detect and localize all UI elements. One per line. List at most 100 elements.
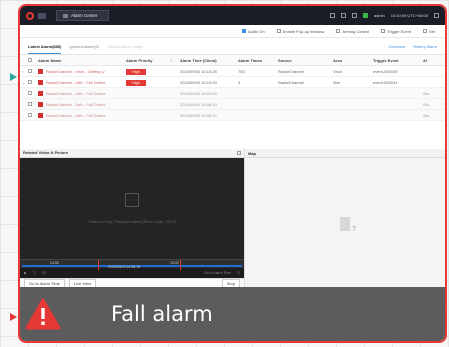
- alarm-table: Alarm Name Alarm Priority ↑ Alarm Time (…: [20, 55, 445, 121]
- overview-link[interactable]: Overview: [389, 44, 406, 49]
- trigger-event-label: Trigger Event: [387, 28, 411, 34]
- clock: 15:10:09 UTC+08:00: [390, 13, 428, 18]
- app-window: Alarm Center admin 15:10:09 UTC+08:00 Au…: [18, 4, 447, 343]
- col-alarm-time[interactable]: Alarm Time (Client): [180, 58, 238, 63]
- expand-icon[interactable]: ⌄: [20, 80, 28, 85]
- video-panel-title: Related Video & Picture: [20, 149, 244, 158]
- timeline-time: 2023/09/03 14:58:15: [108, 264, 141, 269]
- col-alarm-priority[interactable]: Alarm Priority: [126, 58, 170, 63]
- fullscreen-icon[interactable]: ⊡: [237, 271, 240, 275]
- no-map-icon: [340, 216, 356, 233]
- map-panel: Map: [245, 149, 445, 289]
- video-player[interactable]: Failed to Play: Playback failed (Error C…: [20, 157, 244, 259]
- playback-controls: ▶ ▢ 1X Go to Alarm Time ⊡: [20, 268, 244, 278]
- alarm-name: RadarChannel - 2lsh - Fall Detect: [46, 90, 106, 96]
- tab-latest-alarm[interactable]: Latest Alarm(885): [28, 39, 62, 54]
- audio-on-toggle[interactable]: Audio On: [241, 28, 265, 34]
- col-alarm-name[interactable]: Alarm Name: [38, 58, 126, 63]
- alarm-type-icon: [38, 101, 43, 107]
- table-row[interactable]: › RadarChannel - Vncli - Getting U High …: [20, 66, 445, 77]
- trigger-event-button[interactable]: Trigger Event: [381, 29, 411, 34]
- notification-icon[interactable]: [340, 13, 346, 18]
- alarm-name: RadarChannel - Vncli - Getting U: [46, 68, 105, 74]
- tab-alarm-center[interactable]: Alarm Center: [56, 10, 109, 21]
- titlebar-right: admin 15:10:09 UTC+08:00: [329, 13, 439, 18]
- alarm-source: RadarChannel: [278, 79, 304, 85]
- enable-popup-label: Enable Pop-up Window: [282, 28, 325, 34]
- alarm-area: Vncli: [333, 68, 342, 74]
- timeline-marker[interactable]: [98, 259, 99, 270]
- lower-panels: Related Video & Picture Failed to Play: …: [20, 149, 445, 289]
- trigger-icon: [381, 29, 386, 33]
- history-alarm-link[interactable]: History Alarm: [413, 44, 437, 49]
- row-checkbox[interactable]: [28, 90, 32, 95]
- menu-icon[interactable]: [434, 13, 439, 18]
- alarm-times: 783: [238, 68, 245, 74]
- checkbox-icon: [241, 29, 246, 33]
- tab-alarm-center-label: Alarm Center: [71, 13, 98, 18]
- table-row[interactable]: RadarChannel - 2lsh - Fall Detect 2023/0…: [20, 99, 445, 110]
- tab-search-alarm-image[interactable]: Search Alarm Image: [107, 39, 143, 53]
- row-extra: Sto: [423, 112, 430, 118]
- timeline-marker[interactable]: [180, 259, 181, 270]
- app-logo-icon: [26, 11, 34, 20]
- map-view[interactable]: [245, 158, 445, 289]
- audio-on-label: Audio On: [247, 28, 265, 34]
- playback-timeline[interactable]: 14:55 2023/09/03 14:58:15 15:00: [20, 258, 244, 270]
- table-header: Alarm Name Alarm Priority ↑ Alarm Time (…: [20, 55, 445, 66]
- gear-icon: [422, 29, 427, 33]
- checkbox-icon: [276, 29, 281, 33]
- expand-icon[interactable]: [237, 150, 241, 155]
- table-row[interactable]: RadarChannel - 2lsh - Fall Detect 2023/0…: [20, 88, 445, 99]
- go-to-alarm-ctrl[interactable]: Go to Alarm Time: [204, 271, 231, 275]
- alarm-times: 5: [238, 79, 241, 85]
- arming-control-button[interactable]: Arming Control: [336, 29, 369, 34]
- enable-popup-toggle[interactable]: Enable Pop-up Window: [276, 28, 325, 34]
- row-checkbox[interactable]: [28, 79, 32, 84]
- video-panel-title-text: Related Video & Picture: [23, 150, 69, 156]
- timeline-tick: 14:55: [50, 260, 59, 265]
- col-al[interactable]: Al: [423, 58, 445, 63]
- select-all-checkbox[interactable]: [28, 57, 32, 62]
- alarm-time: 2023/09/03 15:10:09: [180, 90, 217, 96]
- set-button[interactable]: Set: [422, 28, 435, 34]
- tab-ignored-alarm[interactable]: Ignored Alarm(0): [69, 39, 99, 53]
- row-checkbox[interactable]: [28, 101, 32, 106]
- col-area[interactable]: Area: [333, 58, 373, 63]
- sort-icon[interactable]: ↑: [170, 58, 180, 63]
- alarm-time: 2023/09/03 15:10:09: [180, 79, 217, 85]
- fall-alarm-overlay: Fall alarm: [20, 287, 445, 341]
- callout-arrow-teal: [10, 73, 17, 81]
- snapshot-icon[interactable]: ▢: [33, 271, 36, 275]
- speed-label[interactable]: 1X: [42, 271, 46, 275]
- row-checkbox[interactable]: [28, 112, 32, 117]
- priority-badge: High: [126, 68, 146, 75]
- set-label: Set: [428, 28, 435, 34]
- trigger-event: event-000049: [373, 68, 398, 74]
- col-alarm-times[interactable]: Alarm Times: [238, 58, 278, 63]
- alarm-name: RadarChannel - 2lsh - Fall Detect: [46, 79, 106, 85]
- col-trigger-event[interactable]: Trigger Event: [373, 58, 423, 63]
- home-icon[interactable]: [38, 12, 46, 19]
- alarm-toolbar: Audio On Enable Pop-up Window Arming Con…: [20, 25, 445, 38]
- row-checkbox[interactable]: [28, 68, 32, 73]
- user-name[interactable]: admin: [374, 13, 385, 18]
- tools-icon[interactable]: [329, 13, 335, 18]
- arming-control-label: Arming Control: [342, 28, 370, 34]
- callout-arrow-red: [10, 313, 17, 321]
- table-row[interactable]: ⌄ RadarChannel - 2lsh - Fall Detect High…: [20, 77, 445, 88]
- alarm-type-icon: [38, 90, 43, 96]
- titlebar: Alarm Center admin 15:10:09 UTC+08:00: [20, 6, 445, 25]
- lock-icon[interactable]: [351, 13, 357, 18]
- alarm-name: RadarChannel - 2lsh - Fall Detect: [46, 101, 106, 107]
- alarm-tab-icon: [63, 13, 68, 18]
- table-row[interactable]: RadarChannel - 2lsh - Fall Detect 2023/0…: [20, 110, 445, 121]
- fall-alarm-text: Fall alarm: [111, 302, 213, 326]
- play-icon[interactable]: ▶: [24, 271, 27, 275]
- status-icon[interactable]: [362, 13, 368, 18]
- alarm-source: RadarChannel: [278, 68, 304, 74]
- priority-badge: High: [126, 79, 146, 86]
- col-source[interactable]: Source: [278, 58, 333, 63]
- expand-icon[interactable]: ›: [20, 69, 28, 74]
- alarm-type-icon: [38, 68, 43, 74]
